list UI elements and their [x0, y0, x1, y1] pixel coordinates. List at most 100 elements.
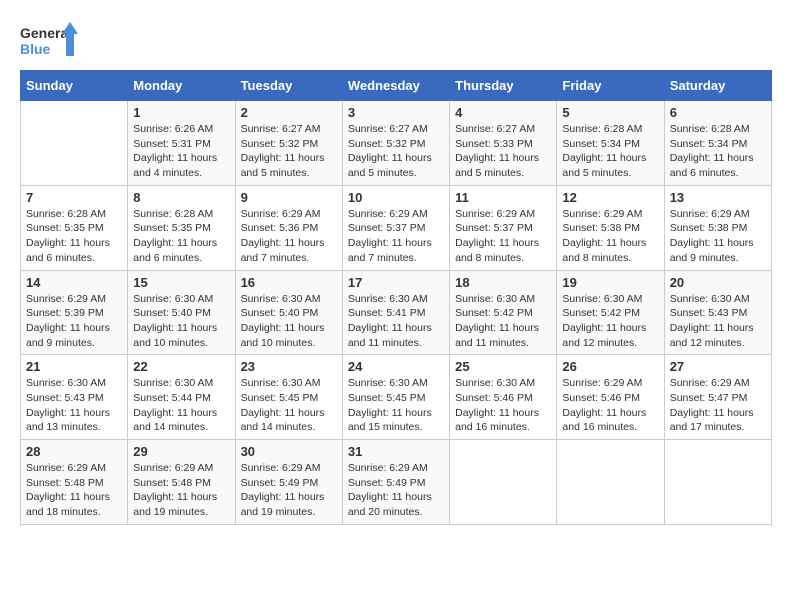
cell-info: Sunrise: 6:28 AMSunset: 5:35 PMDaylight:…: [26, 207, 122, 266]
cell-info: Sunrise: 6:29 AMSunset: 5:47 PMDaylight:…: [670, 376, 766, 435]
logo: GeneralBlue: [20, 20, 80, 60]
calendar-cell: [664, 440, 771, 525]
cell-info: Sunrise: 6:29 AMSunset: 5:37 PMDaylight:…: [455, 207, 551, 266]
col-header-sunday: Sunday: [21, 71, 128, 101]
day-number: 28: [26, 444, 122, 459]
calendar-cell: 2 Sunrise: 6:27 AMSunset: 5:32 PMDayligh…: [235, 101, 342, 186]
calendar-cell: 24 Sunrise: 6:30 AMSunset: 5:45 PMDaylig…: [342, 355, 449, 440]
calendar-cell: 10 Sunrise: 6:29 AMSunset: 5:37 PMDaylig…: [342, 185, 449, 270]
day-number: 18: [455, 275, 551, 290]
day-number: 9: [241, 190, 337, 205]
calendar-table: SundayMondayTuesdayWednesdayThursdayFrid…: [20, 70, 772, 525]
day-number: 25: [455, 359, 551, 374]
calendar-cell: 17 Sunrise: 6:30 AMSunset: 5:41 PMDaylig…: [342, 270, 449, 355]
cell-info: Sunrise: 6:30 AMSunset: 5:40 PMDaylight:…: [241, 292, 337, 351]
cell-info: Sunrise: 6:29 AMSunset: 5:49 PMDaylight:…: [241, 461, 337, 520]
week-row-1: 1 Sunrise: 6:26 AMSunset: 5:31 PMDayligh…: [21, 101, 772, 186]
cell-info: Sunrise: 6:28 AMSunset: 5:34 PMDaylight:…: [562, 122, 658, 181]
calendar-cell: 9 Sunrise: 6:29 AMSunset: 5:36 PMDayligh…: [235, 185, 342, 270]
col-header-tuesday: Tuesday: [235, 71, 342, 101]
day-number: 19: [562, 275, 658, 290]
calendar-cell: [557, 440, 664, 525]
col-header-thursday: Thursday: [450, 71, 557, 101]
week-row-5: 28 Sunrise: 6:29 AMSunset: 5:48 PMDaylig…: [21, 440, 772, 525]
calendar-cell: 31 Sunrise: 6:29 AMSunset: 5:49 PMDaylig…: [342, 440, 449, 525]
cell-info: Sunrise: 6:30 AMSunset: 5:43 PMDaylight:…: [26, 376, 122, 435]
cell-info: Sunrise: 6:30 AMSunset: 5:40 PMDaylight:…: [133, 292, 229, 351]
day-number: 15: [133, 275, 229, 290]
week-row-4: 21 Sunrise: 6:30 AMSunset: 5:43 PMDaylig…: [21, 355, 772, 440]
day-number: 27: [670, 359, 766, 374]
day-number: 29: [133, 444, 229, 459]
calendar-cell: 3 Sunrise: 6:27 AMSunset: 5:32 PMDayligh…: [342, 101, 449, 186]
day-number: 24: [348, 359, 444, 374]
cell-info: Sunrise: 6:29 AMSunset: 5:49 PMDaylight:…: [348, 461, 444, 520]
day-number: 1: [133, 105, 229, 120]
day-number: 3: [348, 105, 444, 120]
cell-info: Sunrise: 6:29 AMSunset: 5:39 PMDaylight:…: [26, 292, 122, 351]
calendar-cell: 29 Sunrise: 6:29 AMSunset: 5:48 PMDaylig…: [128, 440, 235, 525]
header: GeneralBlue: [20, 20, 772, 60]
day-number: 7: [26, 190, 122, 205]
cell-info: Sunrise: 6:30 AMSunset: 5:41 PMDaylight:…: [348, 292, 444, 351]
day-number: 17: [348, 275, 444, 290]
day-number: 6: [670, 105, 766, 120]
calendar-cell: 26 Sunrise: 6:29 AMSunset: 5:46 PMDaylig…: [557, 355, 664, 440]
calendar-cell: 6 Sunrise: 6:28 AMSunset: 5:34 PMDayligh…: [664, 101, 771, 186]
calendar-cell: 19 Sunrise: 6:30 AMSunset: 5:42 PMDaylig…: [557, 270, 664, 355]
day-number: 20: [670, 275, 766, 290]
cell-info: Sunrise: 6:29 AMSunset: 5:38 PMDaylight:…: [562, 207, 658, 266]
cell-info: Sunrise: 6:30 AMSunset: 5:42 PMDaylight:…: [562, 292, 658, 351]
calendar-cell: 5 Sunrise: 6:28 AMSunset: 5:34 PMDayligh…: [557, 101, 664, 186]
calendar-cell: 13 Sunrise: 6:29 AMSunset: 5:38 PMDaylig…: [664, 185, 771, 270]
day-number: 26: [562, 359, 658, 374]
logo-icon: GeneralBlue: [20, 20, 80, 60]
day-number: 13: [670, 190, 766, 205]
calendar-cell: [21, 101, 128, 186]
calendar-cell: 20 Sunrise: 6:30 AMSunset: 5:43 PMDaylig…: [664, 270, 771, 355]
calendar-cell: 7 Sunrise: 6:28 AMSunset: 5:35 PMDayligh…: [21, 185, 128, 270]
cell-info: Sunrise: 6:29 AMSunset: 5:46 PMDaylight:…: [562, 376, 658, 435]
calendar-cell: 23 Sunrise: 6:30 AMSunset: 5:45 PMDaylig…: [235, 355, 342, 440]
day-number: 8: [133, 190, 229, 205]
day-number: 30: [241, 444, 337, 459]
calendar-cell: 8 Sunrise: 6:28 AMSunset: 5:35 PMDayligh…: [128, 185, 235, 270]
calendar-cell: 28 Sunrise: 6:29 AMSunset: 5:48 PMDaylig…: [21, 440, 128, 525]
calendar-cell: 4 Sunrise: 6:27 AMSunset: 5:33 PMDayligh…: [450, 101, 557, 186]
cell-info: Sunrise: 6:28 AMSunset: 5:35 PMDaylight:…: [133, 207, 229, 266]
cell-info: Sunrise: 6:28 AMSunset: 5:34 PMDaylight:…: [670, 122, 766, 181]
day-number: 5: [562, 105, 658, 120]
day-number: 16: [241, 275, 337, 290]
cell-info: Sunrise: 6:27 AMSunset: 5:32 PMDaylight:…: [241, 122, 337, 181]
calendar-cell: 18 Sunrise: 6:30 AMSunset: 5:42 PMDaylig…: [450, 270, 557, 355]
cell-info: Sunrise: 6:29 AMSunset: 5:36 PMDaylight:…: [241, 207, 337, 266]
col-header-wednesday: Wednesday: [342, 71, 449, 101]
day-number: 12: [562, 190, 658, 205]
cell-info: Sunrise: 6:29 AMSunset: 5:48 PMDaylight:…: [26, 461, 122, 520]
cell-info: Sunrise: 6:30 AMSunset: 5:43 PMDaylight:…: [670, 292, 766, 351]
calendar-cell: [450, 440, 557, 525]
calendar-cell: 30 Sunrise: 6:29 AMSunset: 5:49 PMDaylig…: [235, 440, 342, 525]
week-row-3: 14 Sunrise: 6:29 AMSunset: 5:39 PMDaylig…: [21, 270, 772, 355]
day-number: 11: [455, 190, 551, 205]
cell-info: Sunrise: 6:29 AMSunset: 5:38 PMDaylight:…: [670, 207, 766, 266]
week-row-2: 7 Sunrise: 6:28 AMSunset: 5:35 PMDayligh…: [21, 185, 772, 270]
cell-info: Sunrise: 6:27 AMSunset: 5:32 PMDaylight:…: [348, 122, 444, 181]
cell-info: Sunrise: 6:30 AMSunset: 5:42 PMDaylight:…: [455, 292, 551, 351]
calendar-cell: 1 Sunrise: 6:26 AMSunset: 5:31 PMDayligh…: [128, 101, 235, 186]
col-header-friday: Friday: [557, 71, 664, 101]
calendar-cell: 16 Sunrise: 6:30 AMSunset: 5:40 PMDaylig…: [235, 270, 342, 355]
calendar-cell: 25 Sunrise: 6:30 AMSunset: 5:46 PMDaylig…: [450, 355, 557, 440]
cell-info: Sunrise: 6:30 AMSunset: 5:46 PMDaylight:…: [455, 376, 551, 435]
cell-info: Sunrise: 6:30 AMSunset: 5:45 PMDaylight:…: [348, 376, 444, 435]
cell-info: Sunrise: 6:29 AMSunset: 5:48 PMDaylight:…: [133, 461, 229, 520]
col-header-saturday: Saturday: [664, 71, 771, 101]
day-number: 2: [241, 105, 337, 120]
calendar-cell: 15 Sunrise: 6:30 AMSunset: 5:40 PMDaylig…: [128, 270, 235, 355]
calendar-cell: 11 Sunrise: 6:29 AMSunset: 5:37 PMDaylig…: [450, 185, 557, 270]
day-number: 10: [348, 190, 444, 205]
calendar-cell: 22 Sunrise: 6:30 AMSunset: 5:44 PMDaylig…: [128, 355, 235, 440]
day-number: 4: [455, 105, 551, 120]
header-row: SundayMondayTuesdayWednesdayThursdayFrid…: [21, 71, 772, 101]
day-number: 23: [241, 359, 337, 374]
